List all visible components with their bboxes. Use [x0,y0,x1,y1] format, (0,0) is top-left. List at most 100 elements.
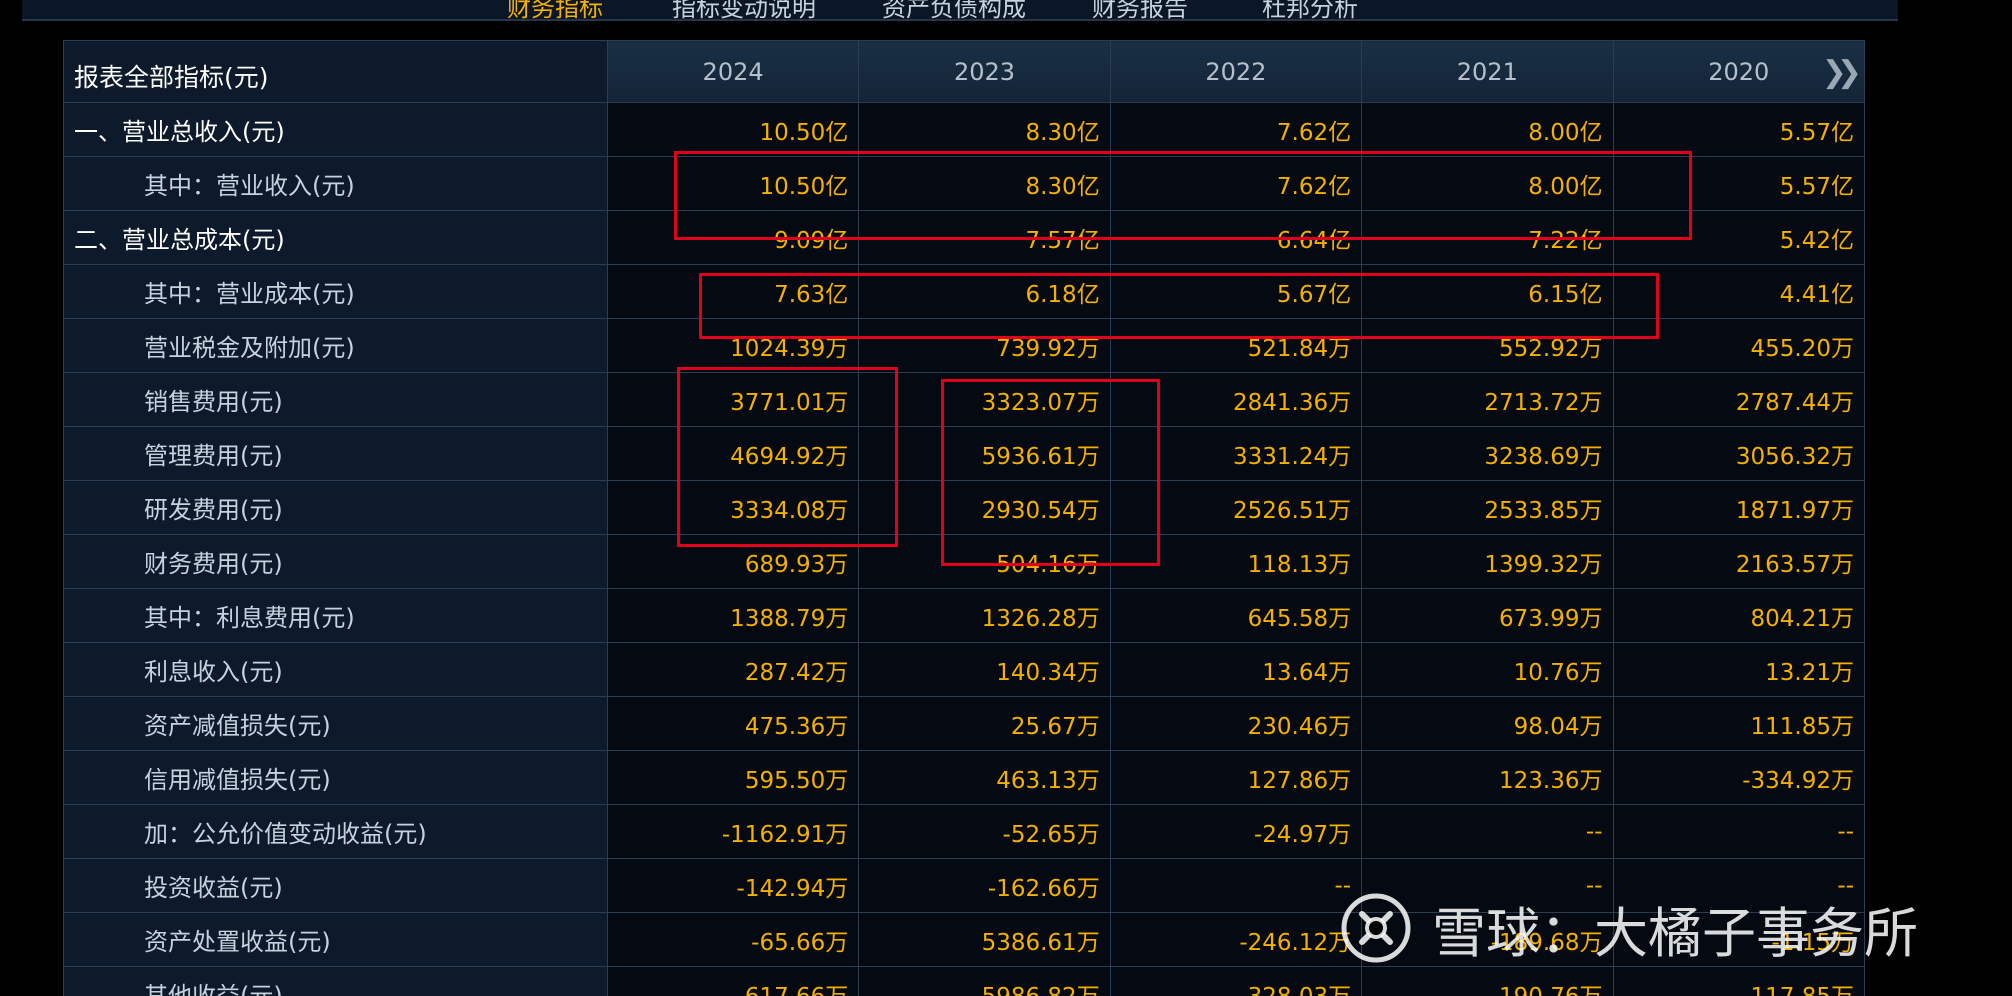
value-cell: 117.85万 [1612,966,1865,996]
nav-tab-balance-composition[interactable]: 资产负债构成 [882,0,1026,19]
row-label: 其中：利息费用(元) [63,588,608,643]
value-cell: 504.16万 [858,534,1111,589]
row-label: 加：公允价值变动收益(元) [63,804,608,859]
row-label: 利息收入(元) [63,642,608,697]
value-cell: 5386.61万 [858,912,1111,967]
value-cell: 1871.97万 [1612,480,1865,535]
value-cell: 6.64亿 [1109,210,1363,265]
value-cell: -24.97万 [1109,804,1363,859]
value-cell: 111.85万 [1612,696,1865,751]
table-row: 财务费用(元) 689.93万 504.16万 118.13万 1399.32万 2163… [63,534,1865,589]
value-cell: -142.94万 [606,858,860,913]
value-cell: 7.63亿 [606,264,860,319]
value-cell: -162.66万 [858,858,1111,913]
value-cell: 6.18亿 [858,264,1111,319]
row-label: 二、营业总成本(元) [63,210,608,265]
value-cell: 552.92万 [1361,318,1614,373]
value-cell: 5.57亿 [1612,156,1865,211]
nav-tab-financial-indicators[interactable]: 财务指标 [507,0,603,19]
value-cell: 8.30亿 [858,156,1111,211]
table-row: 其中：营业收入(元) 10.50亿 8.30亿 7.62亿 8.00亿 5.57亿 [63,156,1865,211]
table-row: 加：公允价值变动收益(元) -1162.91万 -52.65万 -24.97万 -- -- [63,804,1865,859]
value-cell: 2713.72万 [1361,372,1614,427]
value-cell: 7.57亿 [858,210,1111,265]
table-row: 一、营业总收入(元) 10.50亿 8.30亿 7.62亿 8.00亿 5.57亿 [63,102,1865,157]
value-cell: -- [1109,858,1363,913]
value-cell: 123.36万 [1361,750,1614,805]
table-row: 其中：利息费用(元) 1388.79万 1326.28万 645.58万 673.99万… [63,588,1865,643]
nav-tab-indicator-changes[interactable]: 指标变动说明 [672,0,816,19]
value-cell: 140.34万 [858,642,1111,697]
value-cell: 5986.82万 [858,966,1111,996]
double-chevron-right-icon[interactable]: ❯❯ [1822,55,1862,90]
value-cell: 190.76万 [1361,966,1614,996]
row-label: 营业税金及附加(元) [63,318,608,373]
value-cell: 2841.36万 [1109,372,1363,427]
value-cell: 25.67万 [858,696,1111,751]
year-header[interactable]: 2022 [1109,40,1363,103]
row-label: 一、营业总收入(元) [63,102,608,157]
table-row: 管理费用(元) 4694.92万 5936.61万 3331.24万 3238.69万 3… [63,426,1865,481]
table-row: 利息收入(元) 287.42万 140.34万 13.64万 10.76万 13.21万 [63,642,1865,697]
value-cell: 1388.79万 [606,588,860,643]
value-cell: -- [1612,804,1865,859]
year-header[interactable]: 2021 [1361,40,1614,103]
value-cell: 6.15亿 [1361,264,1614,319]
financial-table-wrap: 报表全部指标(元) 2024 2023 2022 2021 2020 ❯❯ 一、… [63,40,1865,996]
value-cell: 804.21万 [1612,588,1865,643]
value-cell: 2930.54万 [858,480,1111,535]
table-row: 信用减值损失(元) 595.50万 463.13万 127.86万 123.36万 -33… [63,750,1865,805]
value-cell: 1326.28万 [858,588,1111,643]
value-cell: 3238.69万 [1361,426,1614,481]
value-cell: 5.42亿 [1612,210,1865,265]
value-cell: 8.30亿 [858,102,1111,157]
value-cell: 645.58万 [1109,588,1363,643]
row-label: 资产减值损失(元) [63,696,608,751]
value-cell: 521.84万 [1109,318,1363,373]
table-row: 其中：营业成本(元) 7.63亿 6.18亿 5.67亿 6.15亿 4.41亿 [63,264,1865,319]
year-header-last[interactable]: 2020 ❯❯ [1612,40,1865,103]
value-cell: 475.36万 [606,696,860,751]
nav-tab-financial-reports[interactable]: 财务报告 [1092,0,1188,19]
table-row: 二、营业总成本(元) 9.09亿 7.57亿 6.64亿 7.22亿 5.42亿 [63,210,1865,265]
value-cell: 5936.61万 [858,426,1111,481]
value-cell: 7.22亿 [1361,210,1614,265]
value-cell: 328.03万 [1109,966,1363,996]
value-cell: 3771.01万 [606,372,860,427]
value-cell: 13.21万 [1612,642,1865,697]
value-cell: 10.50亿 [606,102,860,157]
value-cell: 2526.51万 [1109,480,1363,535]
year-header[interactable]: 2023 [858,40,1111,103]
watermark-text: 雪球：大橘子事务所 [1432,901,1918,965]
year-header[interactable]: 2024 [606,40,860,103]
row-label: 研发费用(元) [63,480,608,535]
value-cell: 3334.08万 [606,480,860,535]
table-row: 营业税金及附加(元) 1024.39万 739.92万 521.84万 552.92万 4… [63,318,1865,373]
value-cell: 2533.85万 [1361,480,1614,535]
row-label: 信用减值损失(元) [63,750,608,805]
value-cell: 2787.44万 [1612,372,1865,427]
value-cell: -65.66万 [606,912,860,967]
value-cell: 4694.92万 [606,426,860,481]
value-cell: 1399.32万 [1361,534,1614,589]
value-cell: 3056.32万 [1612,426,1865,481]
value-cell: -246.12万 [1109,912,1363,967]
row-label: 其他收益(元) [63,966,608,996]
row-label: 其中：营业收入(元) [63,156,608,211]
watermark: 雪球：大橘子事务所 [1340,888,1918,968]
table-row: 研发费用(元) 3334.08万 2930.54万 2526.51万 2533.85万 1… [63,480,1865,535]
row-label: 投资收益(元) [63,858,608,913]
table-row: 销售费用(元) 3771.01万 3323.07万 2841.36万 2713.72万 2… [63,372,1865,427]
value-cell: 230.46万 [1109,696,1363,751]
value-cell: 98.04万 [1361,696,1614,751]
nav-tab-dupont[interactable]: 杜邦分析 [1262,0,1358,19]
table-header-label: 报表全部指标(元) [63,40,608,103]
table-row: 其他收益(元)617.66万5986.82万328.03万190.76万117.… [63,966,1865,996]
value-cell: 118.13万 [1109,534,1363,589]
row-label: 资产处置收益(元) [63,912,608,967]
value-cell: 673.99万 [1361,588,1614,643]
value-cell: 9.09亿 [606,210,860,265]
value-cell: 3331.24万 [1109,426,1363,481]
value-cell: 689.93万 [606,534,860,589]
value-cell: 287.42万 [606,642,860,697]
